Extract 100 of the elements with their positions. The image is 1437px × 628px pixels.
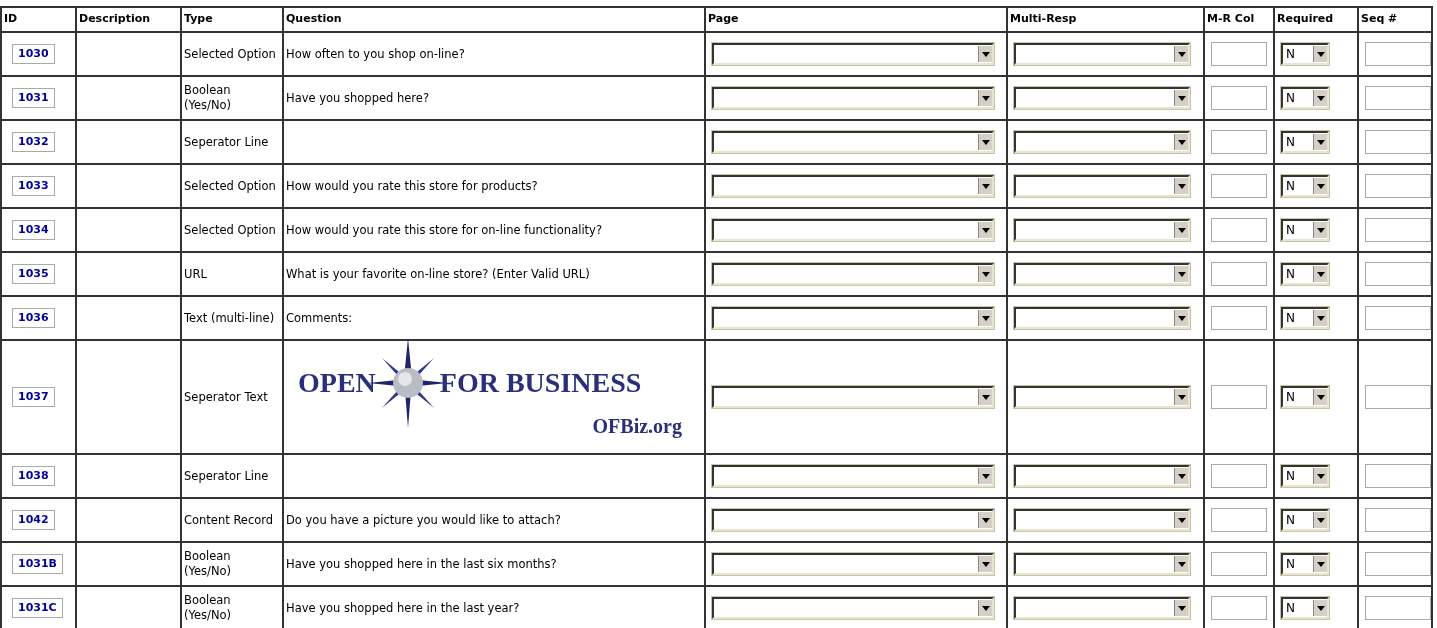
question-text: Have you shopped here in the last year? bbox=[286, 600, 521, 616]
input-field[interactable] bbox=[1211, 42, 1267, 66]
dropdown-field[interactable]: N bbox=[1281, 131, 1329, 153]
question-text: How would you rate this store for on-line functionality? bbox=[286, 222, 603, 238]
id-link[interactable]: 1031B bbox=[12, 553, 63, 575]
dropdown-field[interactable]: N bbox=[1281, 509, 1329, 531]
dropdown-field[interactable]: N bbox=[1281, 465, 1329, 487]
dropdown-field[interactable] bbox=[1014, 175, 1190, 197]
dropdown-field[interactable] bbox=[712, 43, 994, 65]
table-cell: Selected Option bbox=[181, 208, 283, 252]
question-text: Have you shopped here? bbox=[286, 90, 430, 106]
question-text: What is your favorite on-line store? (Enter Valid URL) bbox=[286, 266, 591, 282]
input-field[interactable] bbox=[1365, 86, 1431, 110]
id-link[interactable]: 1042 bbox=[12, 509, 55, 531]
id-link[interactable]: 1033 bbox=[12, 175, 55, 197]
id-link[interactable]: 1035 bbox=[12, 263, 55, 285]
input-field[interactable] bbox=[1211, 86, 1267, 110]
dropdown-field[interactable] bbox=[712, 509, 994, 531]
dropdown-field[interactable] bbox=[1014, 263, 1190, 285]
dropdown-field[interactable] bbox=[712, 307, 994, 329]
question-text: Do you have a picture you would like to attach? bbox=[286, 512, 562, 528]
column-header: M-R Col bbox=[1204, 7, 1274, 32]
dropdown-field[interactable] bbox=[1014, 553, 1190, 575]
dropdown-field[interactable] bbox=[712, 465, 994, 487]
question-text: How would you rate this store for products? bbox=[286, 178, 539, 194]
dropdown-field[interactable] bbox=[1014, 43, 1190, 65]
input-field[interactable] bbox=[1211, 306, 1267, 330]
dropdown-field[interactable] bbox=[1014, 307, 1190, 329]
input-field[interactable] bbox=[1211, 385, 1267, 409]
dropdown-field[interactable] bbox=[712, 263, 994, 285]
logo: OPEN FOR BUSINESS OFBiz.org bbox=[298, 358, 688, 436]
dropdown-field[interactable] bbox=[712, 175, 994, 197]
dropdown-field[interactable] bbox=[712, 131, 994, 153]
column-header: Type bbox=[181, 7, 283, 32]
id-link[interactable]: 1034 bbox=[12, 219, 55, 241]
dropdown-field[interactable]: N bbox=[1281, 307, 1329, 329]
input-field[interactable] bbox=[1365, 464, 1431, 488]
id-link[interactable]: 1031C bbox=[12, 597, 63, 619]
table-cell: Selected Option bbox=[181, 164, 283, 208]
column-header: Required bbox=[1274, 7, 1358, 32]
dropdown-field[interactable]: N bbox=[1281, 43, 1329, 65]
dropdown-field[interactable] bbox=[1014, 131, 1190, 153]
input-field[interactable] bbox=[1365, 174, 1431, 198]
input-field[interactable] bbox=[1211, 552, 1267, 576]
input-field[interactable] bbox=[1365, 596, 1431, 620]
dropdown-field[interactable] bbox=[1014, 597, 1190, 619]
question-text: Comments: bbox=[286, 310, 354, 326]
id-link[interactable]: 1032 bbox=[12, 131, 55, 153]
table-cell: Text (multi-line) bbox=[181, 296, 283, 340]
column-header: Multi-Resp bbox=[1007, 7, 1204, 32]
dropdown-field[interactable]: N bbox=[1281, 553, 1329, 575]
input-field[interactable] bbox=[1211, 218, 1267, 242]
input-field[interactable] bbox=[1365, 42, 1431, 66]
input-field[interactable] bbox=[1365, 306, 1431, 330]
table-cell: Seperator Line bbox=[181, 454, 283, 498]
dropdown-field[interactable] bbox=[1014, 509, 1190, 531]
table-cell: Content Record bbox=[181, 498, 283, 542]
dropdown-field[interactable] bbox=[1014, 87, 1190, 109]
column-header: Seq # bbox=[1358, 7, 1432, 32]
id-link[interactable]: 1030 bbox=[12, 43, 55, 65]
id-link[interactable]: 1037 bbox=[12, 386, 55, 408]
question-text: Have you shopped here in the last six months? bbox=[286, 556, 558, 572]
id-link[interactable]: 1036 bbox=[12, 307, 55, 329]
column-header: ID bbox=[1, 7, 76, 32]
input-field[interactable] bbox=[1365, 552, 1431, 576]
id-link[interactable]: 1031 bbox=[12, 87, 55, 109]
dropdown-field[interactable]: N bbox=[1281, 87, 1329, 109]
dropdown-field[interactable] bbox=[712, 597, 994, 619]
dropdown-field[interactable] bbox=[712, 386, 994, 408]
table-cell: Boolean (Yes/No) bbox=[181, 542, 283, 586]
question-text: How often to you shop on-line? bbox=[286, 46, 466, 62]
input-field[interactable] bbox=[1365, 262, 1431, 286]
dropdown-field[interactable]: N bbox=[1281, 263, 1329, 285]
input-field[interactable] bbox=[1365, 218, 1431, 242]
input-field[interactable] bbox=[1211, 596, 1267, 620]
column-header: Question bbox=[283, 7, 705, 32]
input-field[interactable] bbox=[1365, 130, 1431, 154]
dropdown-field[interactable] bbox=[712, 87, 994, 109]
input-field[interactable] bbox=[1211, 262, 1267, 286]
dropdown-field[interactable] bbox=[712, 553, 994, 575]
input-field[interactable] bbox=[1211, 508, 1267, 532]
dropdown-field[interactable] bbox=[1014, 386, 1190, 408]
table-cell: Selected Option bbox=[181, 32, 283, 76]
id-link[interactable]: 1038 bbox=[12, 465, 55, 487]
dropdown-field[interactable] bbox=[712, 219, 994, 241]
table-cell: Boolean (Yes/No) bbox=[181, 76, 283, 120]
dropdown-field[interactable]: N bbox=[1281, 386, 1329, 408]
dropdown-field[interactable] bbox=[1014, 465, 1190, 487]
input-field[interactable] bbox=[1365, 508, 1431, 532]
table-cell: URL bbox=[181, 252, 283, 296]
column-header: Description bbox=[76, 7, 181, 32]
input-field[interactable] bbox=[1211, 130, 1267, 154]
input-field[interactable] bbox=[1365, 385, 1431, 409]
dropdown-field[interactable] bbox=[1014, 219, 1190, 241]
dropdown-field[interactable]: N bbox=[1281, 597, 1329, 619]
table-cell: Seperator Text bbox=[181, 340, 283, 454]
dropdown-field[interactable]: N bbox=[1281, 219, 1329, 241]
input-field[interactable] bbox=[1211, 464, 1267, 488]
dropdown-field[interactable]: N bbox=[1281, 175, 1329, 197]
input-field[interactable] bbox=[1211, 174, 1267, 198]
